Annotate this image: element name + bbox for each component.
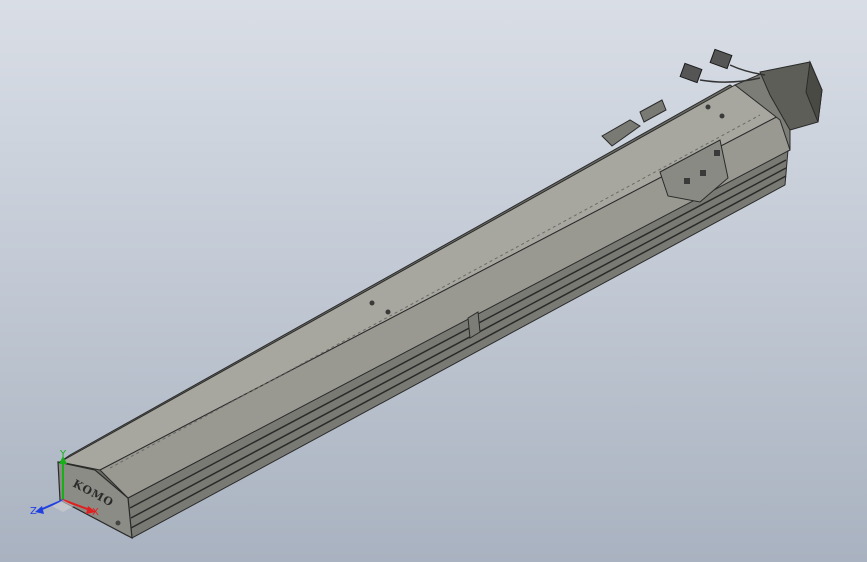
y-axis-label: Y bbox=[59, 449, 67, 460]
rail-groove-3 bbox=[130, 175, 787, 529]
mount-hole-2 bbox=[385, 309, 391, 315]
connector-1 bbox=[679, 62, 703, 84]
carriage-screw-3 bbox=[714, 150, 720, 156]
z-axis-label: Z bbox=[30, 506, 37, 517]
connector-2 bbox=[709, 48, 733, 70]
mount-hole-1 bbox=[369, 300, 375, 306]
carriage-screw-2 bbox=[700, 170, 706, 176]
rail-groove-2 bbox=[130, 167, 787, 519]
carriage-screw-1 bbox=[684, 178, 690, 184]
linear-actuator-model[interactable]: KOMO Y X Z bbox=[0, 0, 867, 562]
mount-hole-3 bbox=[705, 104, 711, 110]
rail-top-face bbox=[58, 84, 792, 471]
mount-hole-4 bbox=[719, 113, 725, 119]
cad-viewport[interactable]: KOMO Y X Z bbox=[0, 0, 867, 562]
back-bracket-2 bbox=[639, 99, 667, 123]
x-axis-label: X bbox=[92, 507, 99, 518]
end-cap-screw bbox=[115, 520, 121, 526]
rail-groove-1 bbox=[129, 159, 787, 509]
motor-cable-2 bbox=[729, 64, 766, 76]
